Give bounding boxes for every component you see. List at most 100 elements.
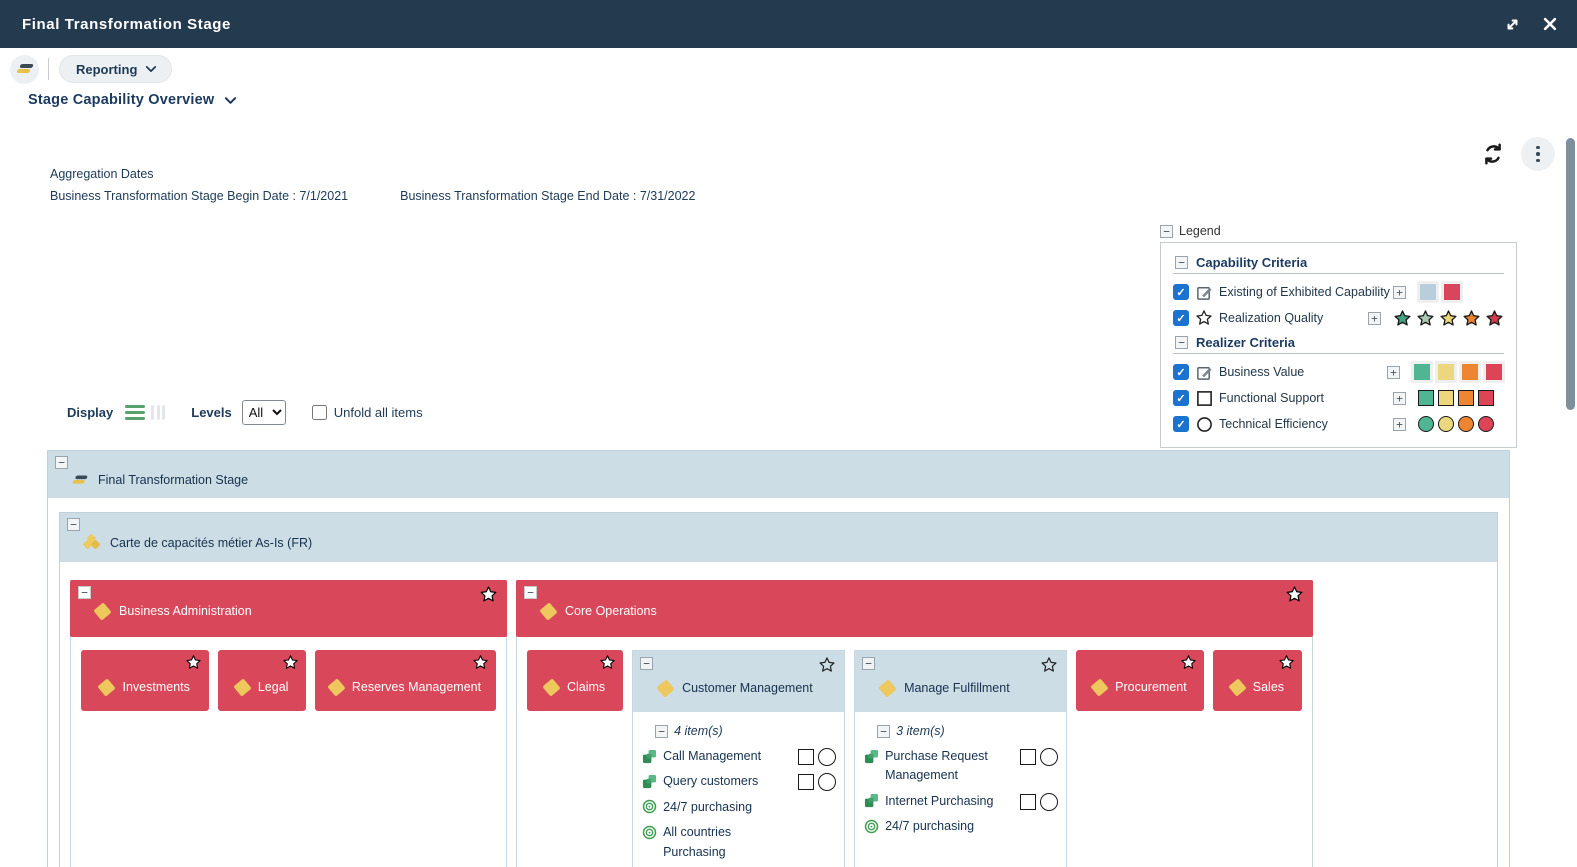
item-label: 24/7 purchasing	[663, 798, 752, 817]
display-controls: Display Levels All Unfold all items	[67, 400, 423, 425]
expand-toggle[interactable]: +	[1393, 418, 1406, 431]
divider	[1173, 273, 1504, 274]
legend-row: ✓Realization Quality+	[1173, 305, 1504, 331]
collapse-toggle[interactable]: −	[862, 657, 875, 670]
capability-item[interactable]: Call Management	[641, 747, 836, 766]
capability-item[interactable]: 24/7 purchasing	[641, 798, 836, 817]
app-window: Final Transformation Stage Reporting	[0, 0, 1577, 867]
scrollbar-thumb[interactable]	[1566, 138, 1575, 410]
capability-box-legal[interactable]: Legal	[218, 650, 306, 711]
color-swatch	[1458, 416, 1474, 432]
begin-date: Business Transformation Stage Begin Date…	[50, 189, 348, 203]
legend-row-label: Functional Support	[1219, 391, 1387, 405]
application-component-icon	[641, 772, 657, 788]
capability-group-business-administration: − Business Administration	[70, 580, 507, 867]
legend-collapse-toggle[interactable]: −	[1160, 225, 1173, 238]
collapse-toggle[interactable]: −	[640, 657, 653, 670]
capability-header[interactable]: − Business Administration	[70, 580, 507, 637]
capability-item[interactable]: Purchase Request Management	[863, 747, 1058, 786]
submap-header[interactable]: − Carte de capacités métier As-Is (FR)	[60, 513, 1497, 562]
items-collapse-toggle[interactable]: −	[655, 725, 668, 738]
capability-title: Sales	[1253, 680, 1284, 694]
legend-row: ✓Technical Efficiency+	[1173, 411, 1504, 437]
capability-box-sales[interactable]: Sales	[1213, 650, 1302, 711]
collapse-toggle[interactable]: −	[524, 586, 537, 599]
capability-box-investments[interactable]: Investments	[81, 650, 209, 711]
legend-panel: −Capability Criteria✓Existing of Exhibit…	[1160, 242, 1517, 448]
capability-header[interactable]: − Core Operations	[516, 580, 1313, 637]
aggregation-dates: Aggregation Dates Business Transformatio…	[50, 167, 695, 203]
item-label: All countries Purchasing	[663, 823, 796, 862]
color-swatch	[1438, 364, 1454, 380]
columns-view-icon[interactable]	[151, 405, 165, 420]
target-icon	[641, 823, 657, 839]
expand-toggle[interactable]: +	[1387, 366, 1400, 379]
star-icon	[479, 585, 498, 609]
capability-map-icon	[84, 535, 100, 550]
report-selector[interactable]: Stage Capability Overview	[28, 92, 237, 108]
legend-checkbox[interactable]: ✓	[1173, 416, 1189, 432]
capability-icon	[542, 678, 560, 696]
color-swatch	[1438, 416, 1454, 432]
vertical-scrollbar[interactable]	[1564, 120, 1576, 867]
capability-box-procurement[interactable]: Procurement	[1076, 650, 1204, 711]
chevron-down-icon	[145, 65, 157, 73]
capability-icon	[93, 602, 111, 620]
capability-title: Claims	[567, 680, 605, 694]
capability-icon	[1228, 678, 1246, 696]
stage-icon	[73, 475, 87, 485]
refresh-icon[interactable]	[1481, 142, 1505, 166]
collapse-toggle[interactable]: −	[78, 586, 91, 599]
color-swatch	[1478, 390, 1494, 406]
capability-item[interactable]: 24/7 purchasing	[863, 817, 1058, 836]
legend-row-label: Business Value	[1219, 365, 1381, 379]
item-label: Purchase Request Management	[885, 747, 1014, 786]
unfold-all-checkbox[interactable]	[312, 405, 327, 420]
close-icon[interactable]	[1539, 13, 1561, 35]
color-swatch	[1462, 364, 1478, 380]
expand-icon[interactable]	[1501, 13, 1523, 35]
capability-item[interactable]: Query customers	[641, 772, 836, 791]
legend-checkbox[interactable]: ✓	[1173, 364, 1189, 380]
capability-icon	[98, 678, 116, 696]
star-icon	[1040, 656, 1058, 679]
collapse-toggle[interactable]: −	[67, 518, 80, 531]
items-collapse-toggle[interactable]: −	[877, 725, 890, 738]
map-root-header[interactable]: − Final Transformation Stage	[48, 451, 1509, 498]
application-component-icon	[863, 747, 879, 763]
color-swatch	[1486, 364, 1502, 380]
legend-checkbox[interactable]: ✓	[1173, 284, 1189, 300]
capability-box-reserves-management[interactable]: Reserves Management	[315, 650, 496, 711]
star-icon	[472, 654, 489, 676]
list-view-icon[interactable]	[125, 405, 145, 420]
expand-toggle[interactable]: +	[1368, 312, 1381, 325]
capability-header[interactable]: − Manage Fulfillment	[855, 651, 1066, 712]
window-title: Final Transformation Stage	[22, 16, 231, 33]
application-component-icon	[863, 792, 879, 808]
context-dropdown[interactable]: Reporting	[59, 55, 172, 83]
expand-toggle[interactable]: +	[1393, 286, 1406, 299]
section-collapse-toggle[interactable]: −	[1175, 256, 1188, 269]
collapse-toggle[interactable]: −	[55, 456, 68, 469]
expand-toggle[interactable]: +	[1393, 392, 1406, 405]
technical-efficiency-indicator	[818, 773, 836, 791]
submap-title: Carte de capacités métier As-Is (FR)	[110, 536, 312, 550]
star-icon	[818, 656, 836, 679]
legend-checkbox[interactable]: ✓	[1173, 310, 1189, 326]
capability-icon	[878, 679, 896, 697]
capability-item[interactable]: All countries Purchasing	[641, 823, 836, 862]
stage-home-button[interactable]	[10, 55, 39, 84]
color-swatch	[1414, 364, 1430, 380]
capability-header[interactable]: − Customer Management	[633, 651, 844, 712]
chevron-down-icon	[224, 96, 237, 105]
more-options-icon[interactable]	[1521, 137, 1555, 171]
item-label: Internet Purchasing	[885, 792, 993, 811]
capability-item[interactable]: Internet Purchasing	[863, 792, 1058, 811]
unfold-all-control[interactable]: Unfold all items	[312, 405, 423, 420]
legend-swatches	[1418, 390, 1494, 406]
legend-checkbox[interactable]: ✓	[1173, 390, 1189, 406]
capability-box-claims[interactable]: Claims	[527, 650, 623, 711]
capability-title: Investments	[122, 680, 189, 694]
section-collapse-toggle[interactable]: −	[1175, 336, 1188, 349]
levels-select[interactable]: All	[242, 400, 286, 425]
